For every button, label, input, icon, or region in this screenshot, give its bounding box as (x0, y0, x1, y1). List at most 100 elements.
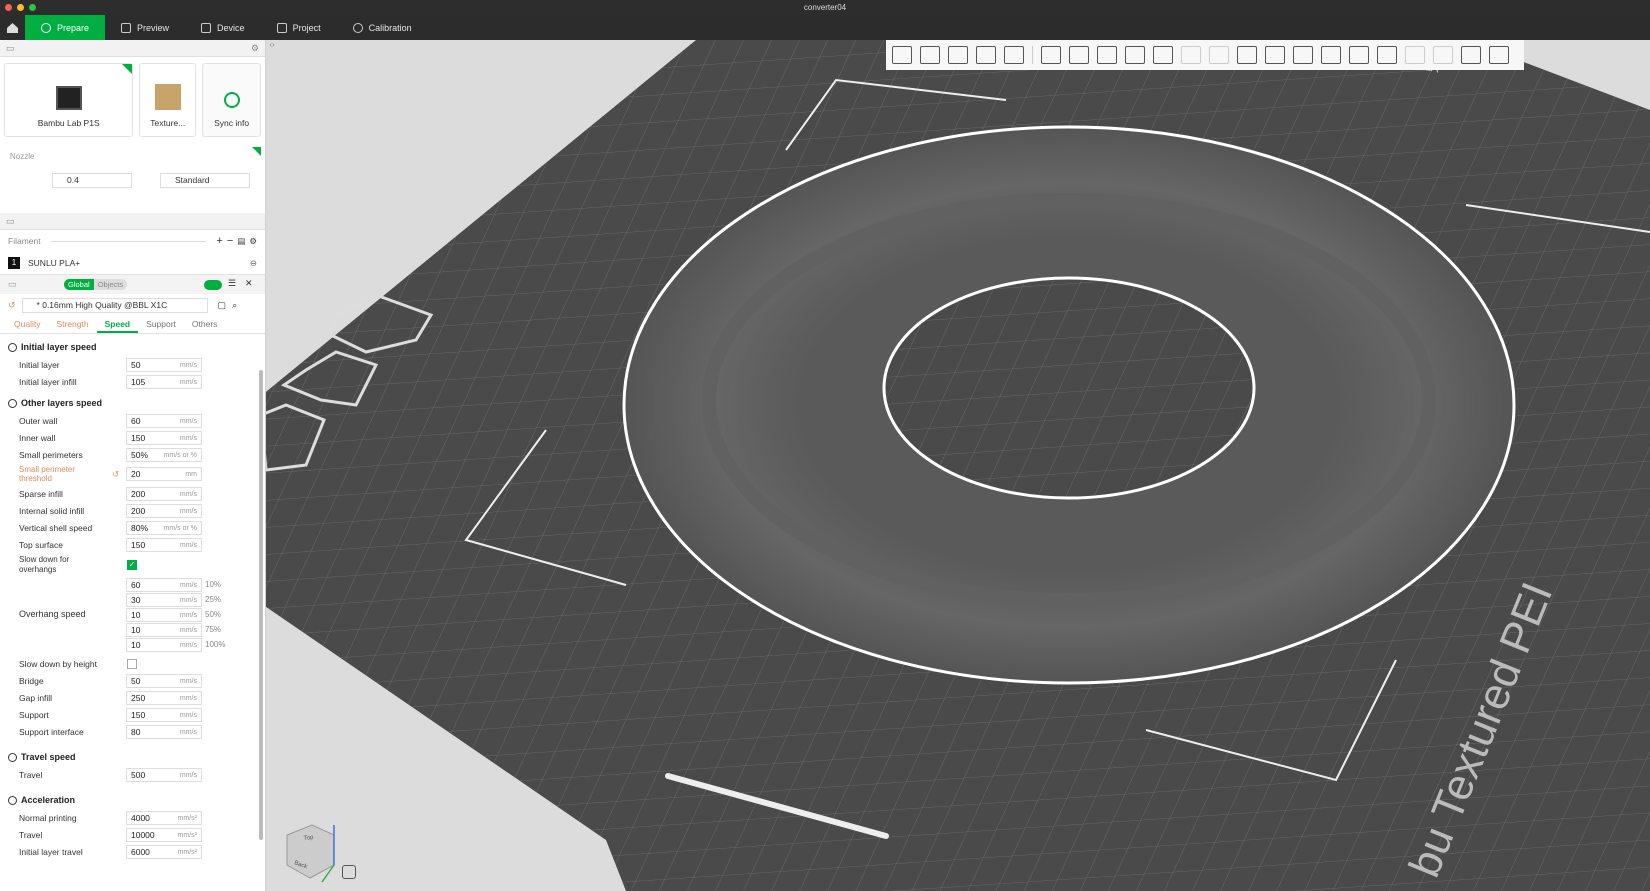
initial-layer-infill-input[interactable]: 105 mm/s (126, 374, 202, 389)
close-window-button[interactable] (5, 4, 12, 11)
normal-printing-accel-input[interactable]: 4000 mm/s² (126, 810, 202, 825)
nozzle-diameter-select[interactable]: 0.4 (52, 173, 132, 188)
move-icon[interactable] (1041, 46, 1061, 64)
support-input[interactable]: 150 mm/s (126, 707, 202, 722)
lay-on-face-icon[interactable] (1125, 46, 1145, 64)
overhang-50-input[interactable]: 10 mm/s (126, 607, 202, 622)
small-perimeter-threshold-input[interactable]: 20 mm (126, 467, 202, 481)
add-filament-icon[interactable]: + (216, 235, 222, 247)
reset-value-icon[interactable]: ↺ (112, 469, 119, 480)
vertical-shell-speed-input[interactable]: 80% mm/s or % (126, 520, 202, 535)
return-icon[interactable] (1489, 46, 1509, 64)
minimize-window-button[interactable] (17, 4, 24, 11)
scale-icon[interactable] (1097, 46, 1117, 64)
printer-card[interactable]: Bambu Lab P1S (4, 63, 134, 137)
filament-settings-gear-icon[interactable]: ⚙ (249, 236, 257, 247)
process-toggle-row: ▭ Global Objects ☰ ✕ (0, 274, 265, 294)
sync-info-button[interactable]: Sync info (202, 63, 262, 137)
add-plate-icon[interactable] (920, 46, 940, 64)
mesh-boolean-icon[interactable] (1181, 46, 1201, 64)
plate-card[interactable]: Texture... (139, 63, 197, 137)
cube-view-icon[interactable] (1321, 46, 1341, 64)
arrange-icon[interactable] (976, 46, 996, 64)
cut-icon[interactable] (1153, 46, 1173, 64)
top-surface-input[interactable]: 150 mm/s (126, 537, 202, 552)
initial-layer-input[interactable]: 50 mm/s (126, 357, 202, 372)
overhang-100-input[interactable]: 10 mm/s (126, 637, 202, 652)
gap-infill-input[interactable]: 250 mm/s (126, 690, 202, 705)
overhang-speed-group: Overhang speed 60 mm/s 10% 30 mm/s 25% 10 mm/… (19, 577, 226, 652)
sparse-infill-input[interactable]: 200 mm/s (126, 486, 202, 501)
filament-edit-icon[interactable]: ⊖ (250, 258, 257, 269)
tab-quality[interactable]: Quality (6, 316, 48, 333)
tab-project[interactable]: Project (261, 15, 337, 40)
small-perimeters-input[interactable]: 50% mm/s or % (126, 447, 202, 462)
initial-layer-travel-accel-input[interactable]: 6000 mm/s² (126, 844, 202, 859)
other-layers-speed-header: Other layers speed (0, 390, 265, 412)
collapse-sidebar-icon[interactable]: ‹› (266, 40, 278, 50)
objects-toggle[interactable]: Objects (93, 279, 128, 290)
seam-paint-icon[interactable] (1293, 46, 1313, 64)
tab-speed[interactable]: Speed (96, 316, 139, 333)
build-plate-scene[interactable]: bu Textured PEI PLA (266, 40, 1650, 891)
nozzle-flow-select[interactable]: Standard (160, 173, 250, 188)
overhang-75-input[interactable]: 10 mm/s (126, 622, 202, 637)
global-toggle[interactable]: Global (64, 279, 94, 290)
home-button[interactable] (0, 15, 25, 40)
camera-reset-icon[interactable] (342, 865, 356, 879)
travel-input[interactable]: 500 mm/s (126, 767, 202, 782)
support-interface-input[interactable]: 80 mm/s (126, 724, 202, 739)
setting-row: Bridge 50 mm/s (0, 672, 265, 689)
overhang-25-input[interactable]: 30 mm/s (126, 592, 202, 607)
travel-accel-input[interactable]: 10000 mm/s² (126, 827, 202, 842)
text-icon[interactable] (1265, 46, 1285, 64)
tab-others[interactable]: Others (184, 316, 226, 333)
sidebar-scrollbar[interactable] (259, 370, 263, 840)
layers-icon[interactable] (1377, 46, 1397, 64)
view-cube[interactable]: Top Back (282, 820, 342, 890)
split-icon[interactable] (1004, 46, 1024, 64)
tab-calibration[interactable]: Calibration (337, 15, 428, 40)
reset-icon[interactable]: ↺ (8, 300, 16, 311)
rotate-icon[interactable] (1069, 46, 1089, 64)
setting-row: Internal solid infill 200 mm/s (0, 502, 265, 519)
measure-icon[interactable] (1461, 46, 1481, 64)
internal-solid-infill-input[interactable]: 200 mm/s (126, 503, 202, 518)
list-icon[interactable]: ☰ (228, 278, 236, 289)
tab-prepare[interactable]: Prepare (25, 15, 106, 40)
explode-icon[interactable] (1433, 46, 1453, 64)
tab-support[interactable]: Support (138, 316, 184, 333)
save-preset-icon[interactable]: ▢ (218, 300, 227, 311)
add-object-icon[interactable] (892, 46, 912, 64)
tab-preview[interactable]: Preview (105, 15, 185, 40)
auto-orient-icon[interactable] (948, 46, 968, 64)
maximize-window-button[interactable] (29, 4, 36, 11)
filament-group-icon[interactable]: ▤ (237, 236, 245, 247)
compare-icon[interactable]: ✕ (245, 278, 253, 289)
printer-settings-gear-icon[interactable]: ⚙ (251, 43, 259, 54)
setting-row: Sparse infill 200 mm/s (0, 485, 265, 502)
slow-overhang-checkbox[interactable]: ✓ (127, 560, 137, 570)
remove-filament-icon[interactable]: − (227, 235, 233, 247)
plate-image (154, 84, 181, 110)
nozzle-label: Nozzle (10, 152, 35, 161)
outer-wall-input[interactable]: 60 mm/s (126, 413, 202, 428)
bridge-input[interactable]: 50 mm/s (126, 673, 202, 688)
color-paint-icon[interactable] (1237, 46, 1257, 64)
support-paint-icon[interactable] (1209, 46, 1229, 64)
fit-view-icon[interactable] (1349, 46, 1369, 64)
assembly-icon[interactable] (1405, 46, 1425, 64)
tab-device[interactable]: Device (185, 15, 261, 40)
overhang-10-input[interactable]: 60 mm/s (126, 577, 202, 592)
setting-row-modified: Small perimeter threshold ↺ 20 mm (0, 463, 265, 485)
global-objects-toggle[interactable]: Global Objects (64, 279, 128, 290)
process-preset-select[interactable]: * 0.16mm High Quality @BBL X1C (21, 297, 208, 313)
inner-wall-input[interactable]: 150 mm/s (126, 430, 202, 445)
filament-item[interactable]: 1 SUNLU PLA+ ⊖ (0, 252, 265, 274)
tab-strength[interactable]: Strength (48, 316, 96, 333)
project-icon (276, 22, 287, 33)
slow-height-checkbox[interactable] (127, 658, 137, 669)
3d-viewport[interactable]: bu Textured PEI PLA ‹› Top Back (266, 40, 1650, 891)
search-icon[interactable]: ⌕ (232, 300, 237, 311)
advanced-switch[interactable] (204, 280, 222, 290)
